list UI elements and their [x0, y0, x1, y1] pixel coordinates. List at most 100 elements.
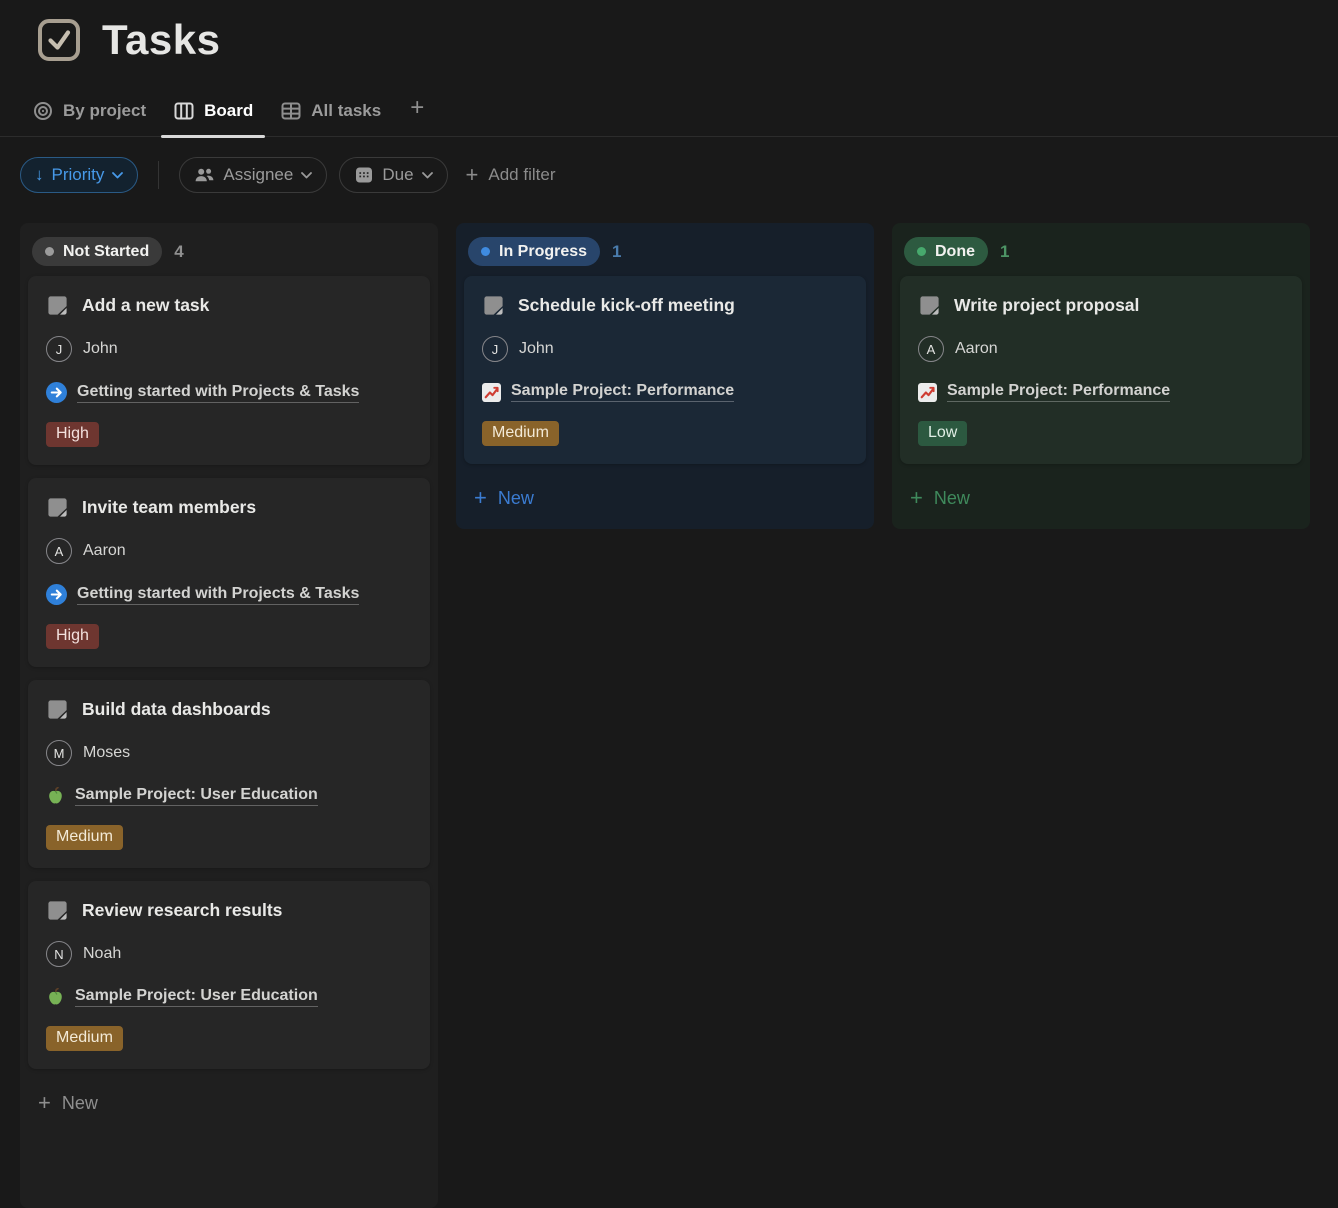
view-tabs: By project Board All tasks + — [0, 88, 1338, 137]
board-column-done: Done 1 Write project proposal A Aaron — [892, 223, 1310, 529]
status-dot-icon — [45, 247, 54, 256]
page-header: Tasks — [0, 0, 1338, 64]
assignee-avatar: A — [46, 538, 72, 564]
add-filter-button[interactable]: + Add filter — [460, 164, 562, 186]
task-title: Add a new task — [82, 295, 209, 316]
project-row: Getting started with Projects & Tasks — [46, 382, 412, 403]
column-count: 1 — [1000, 242, 1009, 262]
new-task-button[interactable]: + New — [28, 1082, 430, 1126]
project-row: Sample Project: User Education — [46, 987, 412, 1007]
task-title-row: Build data dashboards — [46, 698, 412, 721]
column-header: Done 1 — [900, 231, 1302, 276]
board-icon — [173, 100, 195, 122]
column-status-pill[interactable]: Done — [904, 237, 988, 266]
priority-badge: High — [46, 422, 99, 447]
tab-label: By project — [63, 101, 146, 121]
tab-by-project[interactable]: By project — [20, 94, 158, 136]
calendar-icon — [354, 165, 374, 185]
task-title-row: Schedule kick-off meeting — [482, 294, 848, 317]
badge-row: High — [46, 624, 412, 649]
arrow-circle-icon — [46, 382, 67, 403]
task-card[interactable]: Invite team members A Aaron — [28, 478, 430, 667]
task-card[interactable]: Review research results N Noah — [28, 881, 430, 1069]
new-task-button[interactable]: + New — [464, 477, 866, 521]
task-card[interactable]: Add a new task J John — [28, 276, 430, 465]
filter-label: Assignee — [223, 165, 293, 185]
project-row: Sample Project: Performance — [482, 382, 848, 402]
filter-pill-assignee[interactable]: Assignee — [179, 157, 327, 193]
priority-badge: High — [46, 624, 99, 649]
page-icon — [46, 294, 69, 317]
tab-all-tasks[interactable]: All tasks — [268, 94, 393, 136]
plus-icon: + — [38, 1092, 51, 1114]
chart-icon — [918, 383, 937, 402]
project-row: Sample Project: Performance — [918, 382, 1284, 402]
task-card[interactable]: Write project proposal A Aaron — [900, 276, 1302, 464]
tab-label: All tasks — [311, 101, 381, 121]
assignee-avatar: J — [482, 336, 508, 362]
assignee-name: Noah — [83, 945, 121, 963]
new-task-label: New — [498, 488, 534, 509]
column-cards: Schedule kick-off meeting J John — [464, 276, 866, 464]
badge-row: Medium — [46, 825, 412, 850]
apple-icon — [46, 988, 65, 1007]
add-view-button[interactable]: + — [396, 88, 438, 136]
assignee-name: Moses — [83, 744, 130, 762]
task-card[interactable]: Schedule kick-off meeting J John — [464, 276, 866, 464]
project-link[interactable]: Sample Project: User Education — [75, 987, 318, 1007]
chart-icon — [482, 383, 501, 402]
plus-icon: + — [474, 487, 487, 509]
column-cards: Add a new task J John — [28, 276, 430, 1069]
badge-row: Low — [918, 421, 1284, 446]
assignee-name: Aaron — [83, 542, 126, 560]
status-label: Done — [935, 243, 975, 261]
assignee-row: J John — [46, 336, 412, 362]
task-title-row: Invite team members — [46, 496, 412, 519]
column-header: Not Started 4 — [28, 231, 430, 276]
board-column-not-started: Not Started 4 Add a new task J John — [20, 223, 438, 1208]
project-link[interactable]: Getting started with Projects & Tasks — [77, 585, 359, 605]
plus-icon: + — [466, 164, 479, 186]
project-link[interactable]: Sample Project: Performance — [947, 382, 1170, 402]
page-icon — [46, 698, 69, 721]
column-cards: Write project proposal A Aaron — [900, 276, 1302, 464]
column-count: 4 — [174, 242, 183, 262]
tab-label: Board — [204, 101, 253, 121]
filter-bar: ↓ Priority Assignee — [0, 157, 1338, 193]
table-icon — [280, 100, 302, 122]
priority-badge: Medium — [482, 421, 559, 446]
priority-badge: Low — [918, 421, 967, 446]
task-title: Review research results — [82, 900, 282, 921]
status-label: Not Started — [63, 243, 149, 261]
status-dot-icon — [917, 247, 926, 256]
checkbox-icon — [36, 17, 82, 63]
page-icon — [46, 496, 69, 519]
assignee-row: M Moses — [46, 740, 412, 766]
tab-board[interactable]: Board — [161, 94, 265, 136]
add-filter-label: Add filter — [488, 165, 555, 185]
badge-row: Medium — [482, 421, 848, 446]
project-link[interactable]: Sample Project: Performance — [511, 382, 734, 402]
new-task-label: New — [62, 1093, 98, 1114]
assignee-avatar: N — [46, 941, 72, 967]
priority-badge: Medium — [46, 1026, 123, 1051]
column-status-pill[interactable]: Not Started — [32, 237, 162, 266]
project-link[interactable]: Getting started with Projects & Tasks — [77, 383, 359, 403]
task-title-row: Write project proposal — [918, 294, 1284, 317]
assignee-row: J John — [482, 336, 848, 362]
sort-pill-priority[interactable]: ↓ Priority — [20, 157, 138, 193]
page-icon — [918, 294, 941, 317]
kanban-board: Not Started 4 Add a new task J John — [0, 223, 1338, 1208]
page-title: Tasks — [102, 16, 220, 64]
task-title-row: Add a new task — [46, 294, 412, 317]
column-status-pill[interactable]: In Progress — [468, 237, 600, 266]
column-header: In Progress 1 — [464, 231, 866, 276]
task-card[interactable]: Build data dashboards M Moses — [28, 680, 430, 868]
new-task-button[interactable]: + New — [900, 477, 1302, 521]
filter-pill-due[interactable]: Due — [339, 157, 447, 193]
task-title: Write project proposal — [954, 295, 1139, 316]
project-link[interactable]: Sample Project: User Education — [75, 786, 318, 806]
new-task-label: New — [934, 488, 970, 509]
task-title-row: Review research results — [46, 899, 412, 922]
status-label: In Progress — [499, 243, 587, 261]
